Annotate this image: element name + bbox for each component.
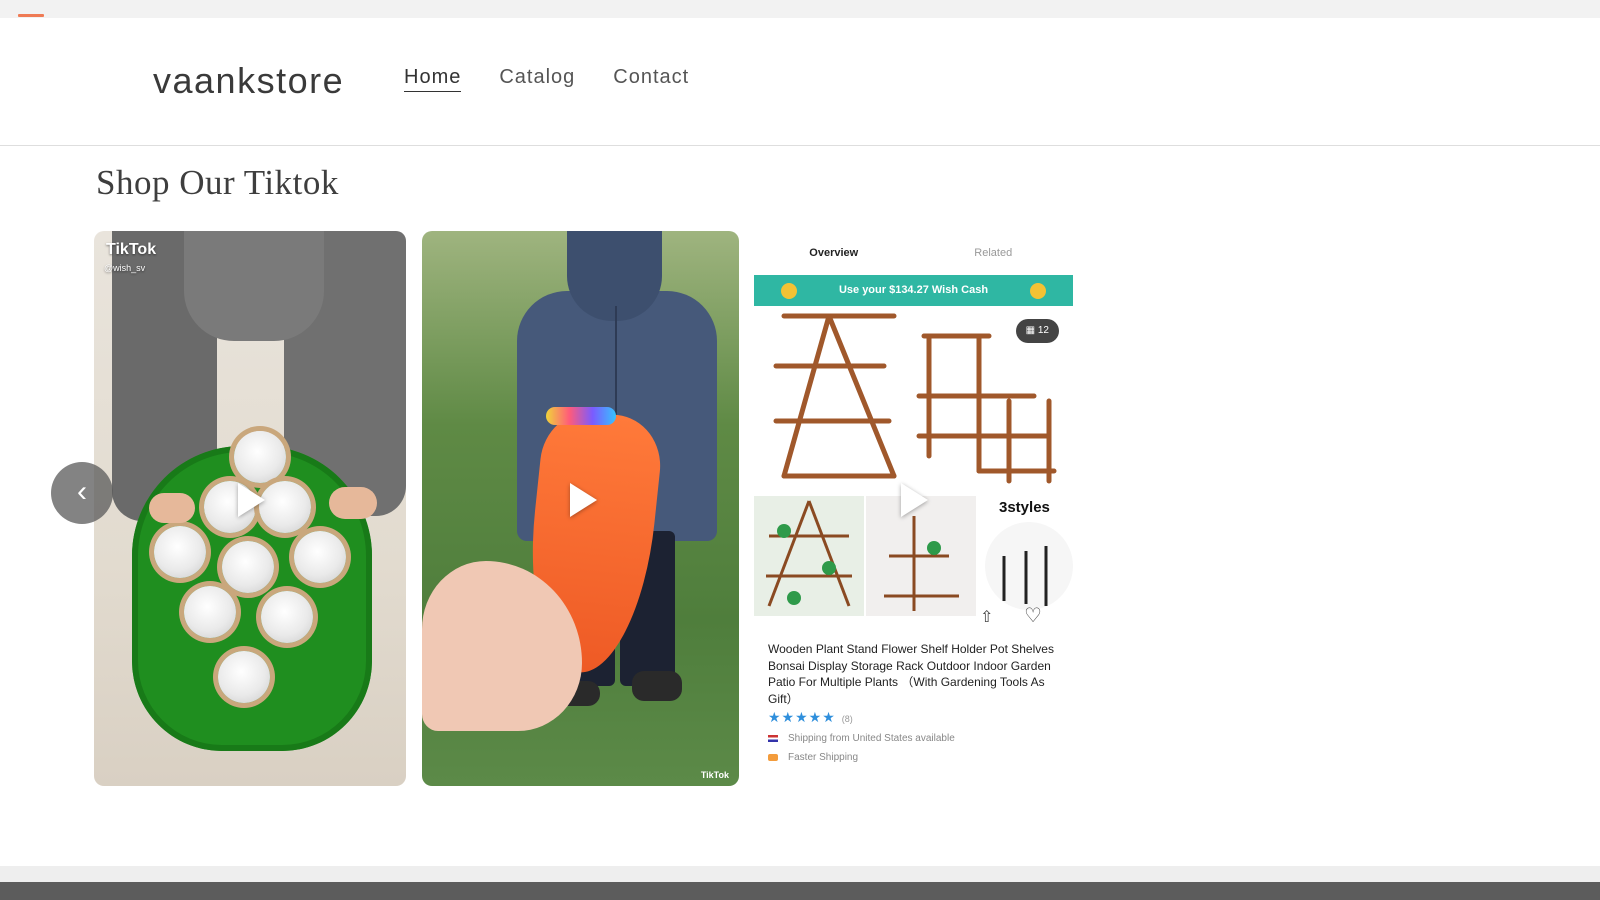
nav-home[interactable]: Home xyxy=(404,66,462,92)
play-icon[interactable] xyxy=(238,483,265,517)
tiktok-logo: TikTok xyxy=(106,241,157,258)
share-icon[interactable]: ⇧ xyxy=(980,607,993,627)
tab-overview: Overview xyxy=(809,247,859,259)
heart-icon[interactable]: ♡ xyxy=(1024,603,1042,628)
video-thumbnail-shape xyxy=(546,407,616,425)
accent-mark xyxy=(18,14,44,17)
tiktok-watermark: TikTok xyxy=(700,770,729,780)
nav-contact[interactable]: Contact xyxy=(613,66,689,92)
product-title: Wooden Plant Stand Flower Shelf Holder P… xyxy=(768,642,1054,706)
section-title: Shop Our Tiktok xyxy=(96,163,339,202)
wish-cash-text: Use your $134.27 Wish Cash xyxy=(838,284,989,296)
truck-icon xyxy=(768,753,778,761)
tab-related: Related xyxy=(974,247,1013,259)
image-count-badge: ▦ 12 xyxy=(1015,319,1059,343)
browser-top-strip xyxy=(0,0,1600,18)
us-flag-icon xyxy=(768,734,778,742)
wish-cash-banner: Use your $134.27 Wish Cash xyxy=(754,275,1073,306)
rating-stars: ★★★★★ xyxy=(768,709,836,725)
tiktok-video-card-3[interactable]: Overview Related Use your $134.27 Wish C… xyxy=(754,231,1073,786)
site-header: vaankstore Home Catalog Contact xyxy=(0,18,1600,146)
video-thumbnail-shape xyxy=(632,671,682,701)
fast-shipping-info: Faster Shipping xyxy=(768,752,858,763)
footer-bar xyxy=(0,882,1600,900)
footer-divider xyxy=(0,866,1600,882)
coin-icon xyxy=(781,283,797,299)
video-thumbnail-shape xyxy=(184,586,236,638)
main-nav: Home Catalog Contact xyxy=(404,66,727,92)
play-icon[interactable] xyxy=(570,483,597,517)
rating: ★★★★★ (8) xyxy=(768,709,853,726)
shipping-info: Shipping from United States available xyxy=(768,733,955,744)
video-thumbnail-shape xyxy=(259,481,311,533)
tiktok-video-card-2[interactable]: TikTok xyxy=(422,231,739,786)
video-thumbnail-shape xyxy=(149,493,195,523)
video-thumbnail-shape xyxy=(184,231,324,341)
nav-catalog[interactable]: Catalog xyxy=(499,66,575,92)
video-thumbnail-shape xyxy=(222,541,274,593)
coin-icon xyxy=(1030,283,1046,299)
video-thumbnail-shape xyxy=(294,531,346,583)
video-thumbnail-shape xyxy=(218,651,270,703)
product-tabs: Overview Related xyxy=(754,231,1073,276)
fast-shipping-text: Faster Shipping xyxy=(788,752,859,763)
image-count: 12 xyxy=(1037,325,1049,336)
styles-label: 3styles xyxy=(999,499,1050,516)
video-thumbnail-shape xyxy=(261,591,313,643)
video-thumbnail-shape xyxy=(154,526,206,578)
chevron-left-icon[interactable]: ‹ xyxy=(51,462,113,524)
play-icon[interactable] xyxy=(901,483,928,517)
rating-count: (8) xyxy=(841,714,853,724)
store-logo[interactable]: vaankstore xyxy=(153,60,344,102)
video-thumbnail-shape xyxy=(234,431,286,483)
video-thumbnail-shape xyxy=(329,487,377,519)
shipping-text: Shipping from United States available xyxy=(788,733,955,744)
tiktok-handle: @wish_sv xyxy=(104,263,146,273)
tiktok-video-card-1[interactable]: TikTok @wish_sv xyxy=(94,231,406,786)
